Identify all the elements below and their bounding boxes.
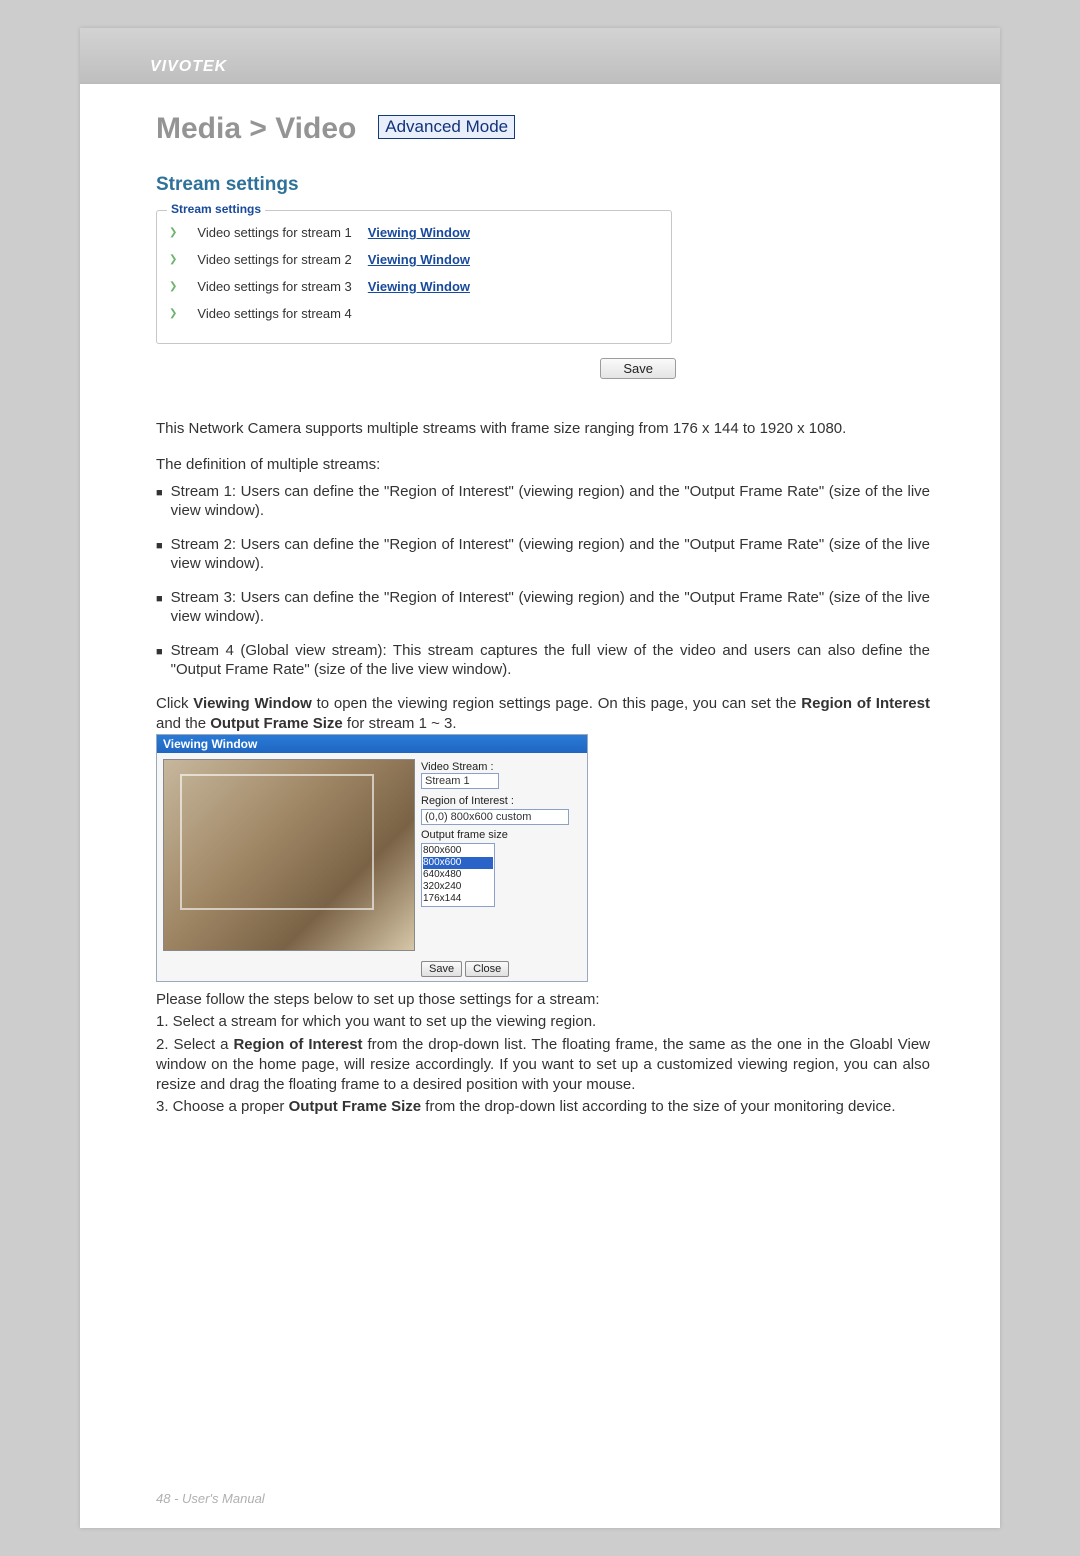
- stream-label: Video settings for stream 2: [197, 252, 351, 267]
- roi-select[interactable]: (0,0) 800x600 custom: [421, 809, 569, 825]
- vw-save-button[interactable]: Save: [421, 961, 462, 977]
- breadcrumb: Media > Video: [156, 112, 356, 146]
- brand-text: VIVOTEK: [150, 58, 227, 76]
- step-2: 2. Select a Region of Interest from the …: [156, 1035, 930, 1096]
- viewing-window-link[interactable]: Viewing Window: [368, 225, 470, 240]
- stream-label: Video settings for stream 4: [197, 306, 351, 321]
- window-title: Viewing Window: [157, 735, 587, 753]
- bullet-icon: ■: [156, 482, 163, 521]
- page-footer: 48 - User's Manual: [156, 1491, 265, 1506]
- stream-row-3[interactable]: ❯ Video settings for stream 3 Viewing Wi…: [169, 273, 659, 300]
- panel-legend: Stream settings: [167, 202, 265, 216]
- bullet-icon: ■: [156, 535, 163, 574]
- chevron-icon: ❯: [169, 281, 177, 292]
- mode-badge: Advanced Mode: [378, 115, 515, 139]
- stream-row-1[interactable]: ❯ Video settings for stream 1 Viewing Wi…: [169, 219, 659, 246]
- bullet-icon: ■: [156, 588, 163, 627]
- save-button[interactable]: Save: [600, 358, 676, 379]
- stream-label: Video settings for stream 1: [197, 225, 351, 240]
- video-preview[interactable]: [163, 759, 415, 951]
- chevron-icon: ❯: [169, 254, 177, 265]
- steps-intro: Please follow the steps below to set up …: [156, 990, 930, 1010]
- video-stream-select[interactable]: Stream 1: [421, 773, 499, 789]
- step-3: 3. Choose a proper Output Frame Size fro…: [156, 1097, 930, 1117]
- step-1: 1. Select a stream for which you want to…: [156, 1012, 930, 1032]
- vw-close-button[interactable]: Close: [465, 961, 509, 977]
- section-heading: Stream settings: [156, 174, 930, 196]
- viewing-window-link[interactable]: Viewing Window: [368, 279, 470, 294]
- stream-label: Video settings for stream 3: [197, 279, 351, 294]
- stream-row-2[interactable]: ❯ Video settings for stream 2 Viewing Wi…: [169, 246, 659, 273]
- bullet-text: Stream 2: Users can define the "Region o…: [171, 535, 930, 574]
- stream-settings-panel: Stream settings ❯ Video settings for str…: [156, 210, 672, 344]
- bullet-text: Stream 4 (Global view stream): This stre…: [171, 641, 930, 680]
- output-frame-size-label: Output frame size: [421, 829, 571, 841]
- document-page: VIVOTEK Media > Video Advanced Mode Stre…: [80, 28, 1000, 1528]
- click-paragraph: Click Viewing Window to open the viewing…: [156, 694, 930, 735]
- viewing-window-link[interactable]: Viewing Window: [368, 252, 470, 267]
- roi-label: Region of Interest :: [421, 795, 571, 807]
- chevron-icon: ❯: [169, 308, 177, 319]
- page-header: VIVOTEK: [80, 28, 1000, 82]
- chevron-icon: ❯: [169, 227, 177, 238]
- intro-paragraph: This Network Camera supports multiple st…: [156, 419, 930, 439]
- output-size-list[interactable]: 800x600 800x600 640x480 320x240 176x144: [421, 843, 495, 907]
- definition-list: ■Stream 1: Users can define the "Region …: [156, 482, 930, 680]
- bullet-text: Stream 3: Users can define the "Region o…: [171, 588, 930, 627]
- stream-row-4[interactable]: ❯ Video settings for stream 4: [169, 300, 659, 327]
- definition-heading: The definition of multiple streams:: [156, 455, 930, 475]
- bullet-icon: ■: [156, 641, 163, 680]
- bullet-text: Stream 1: Users can define the "Region o…: [171, 482, 930, 521]
- viewing-window-screenshot: Viewing Window Video Stream : Stream 1 R…: [156, 734, 588, 982]
- video-stream-label: Video Stream :: [421, 761, 494, 773]
